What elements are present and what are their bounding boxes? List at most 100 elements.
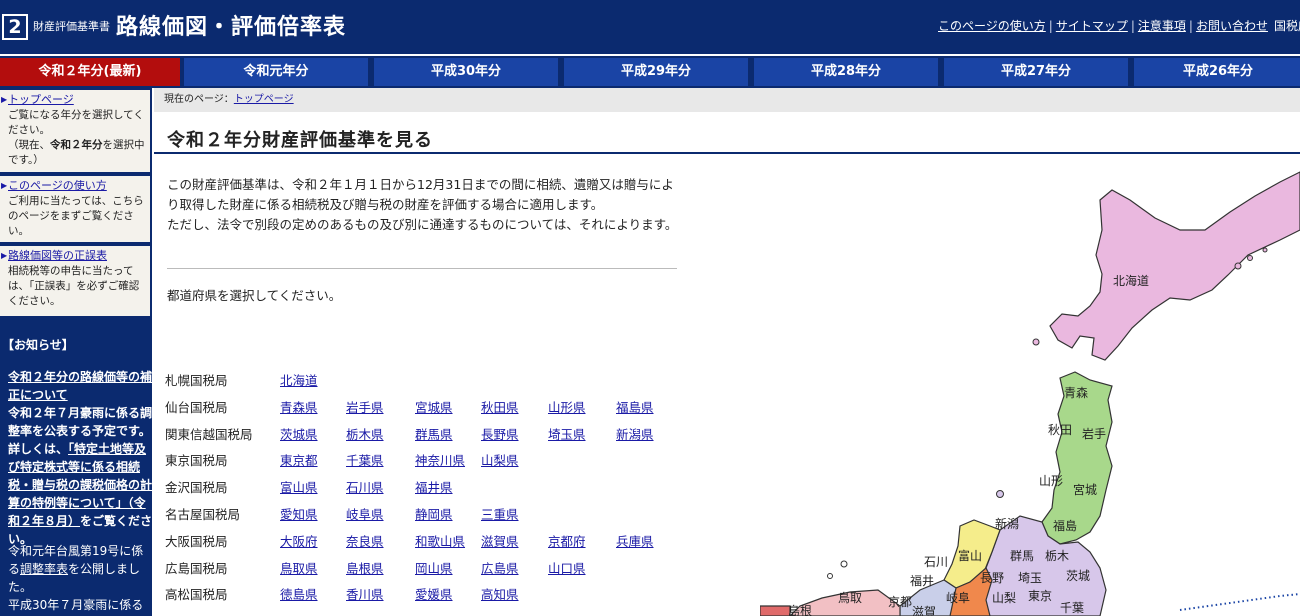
map-label-nagano[interactable]: 長野 — [980, 571, 1004, 585]
prefecture-link[interactable]: 岐阜県 — [346, 504, 384, 523]
prefecture-link[interactable]: 奈良県 — [346, 531, 384, 550]
breadcrumb-link-top[interactable]: トップページ — [234, 94, 294, 105]
news-item-1[interactable]: 令和２年分の路線価等の補正について — [8, 368, 152, 404]
year-tabs: 令和２年分(最新) 令和元年分 平成30年分 平成29年分 平成28年分 平成2… — [0, 54, 1300, 88]
news-item-4: 平成30年７月豪雨に係る — [8, 596, 152, 614]
header-link-howto[interactable]: このページの使い方 — [938, 19, 1046, 33]
news-link-1[interactable]: 令和２年分の路線価等の補正について — [8, 370, 152, 402]
prefecture-link[interactable]: 静岡県 — [415, 504, 453, 523]
map-label-gifu[interactable]: 岐阜 — [946, 591, 970, 605]
prefecture-link[interactable]: 富山県 — [280, 477, 318, 496]
map-region-west[interactable] — [760, 605, 791, 616]
arrow-icon: ▶ — [1, 251, 8, 260]
map-label-tokyo[interactable]: 東京 — [1028, 589, 1052, 603]
map-label-ishikawa[interactable]: 石川 — [924, 555, 948, 569]
map-label-tochigi[interactable]: 栃木 — [1045, 549, 1069, 563]
prefecture-link[interactable]: 神奈川県 — [415, 450, 465, 469]
prefecture-link[interactable]: 秋田県 — [481, 397, 519, 416]
header-link-contact[interactable]: お問い合わせ — [1196, 19, 1268, 33]
prefecture-link[interactable]: 和歌山県 — [415, 531, 465, 550]
map-label-gunma[interactable]: 群馬 — [1010, 549, 1034, 563]
map-label-iwate[interactable]: 岩手 — [1082, 426, 1106, 441]
prefecture-link[interactable]: 宮城県 — [415, 397, 453, 416]
prefecture-link[interactable]: 栃木県 — [346, 424, 384, 443]
prefecture-link[interactable]: 群馬県 — [415, 424, 453, 443]
tab-h29[interactable]: 平成29年分 — [564, 58, 750, 86]
prefecture-link[interactable]: 山口県 — [548, 558, 586, 577]
map-label-shiga[interactable]: 滋賀 — [912, 605, 936, 616]
map-label-aomori[interactable]: 青森 — [1064, 385, 1088, 400]
prefecture-link[interactable]: 青森県 — [280, 397, 318, 416]
breadcrumb-prefix: 現在のページ： — [164, 94, 234, 105]
prefecture-link[interactable]: 鳥取県 — [280, 558, 318, 577]
map-label-fukushima[interactable]: 福島 — [1053, 518, 1077, 533]
prefecture-link[interactable]: 高知県 — [481, 584, 519, 603]
bureau-name: 名古屋国税局 — [165, 506, 241, 522]
tab-r1[interactable]: 令和元年分 — [184, 58, 370, 86]
prefecture-link[interactable]: 石川県 — [346, 477, 384, 496]
map-region-hokkaido[interactable] — [1049, 171, 1300, 361]
prefecture-link[interactable]: 大阪府 — [280, 531, 318, 550]
sidebar-link-errata[interactable]: 路線価図等の正誤表 — [8, 249, 107, 262]
prefecture-link[interactable]: 愛媛県 — [415, 584, 453, 603]
prefecture-link[interactable]: 香川県 — [346, 584, 384, 603]
prefecture-link[interactable]: 新潟県 — [616, 424, 654, 443]
tab-r2[interactable]: 令和２年分(最新) — [0, 58, 182, 86]
tab-h27[interactable]: 平成27年分 — [944, 58, 1130, 86]
map-label-akita[interactable]: 秋田 — [1048, 423, 1072, 437]
prefecture-link[interactable]: 埼玉県 — [548, 424, 586, 443]
map-label-yamanashi[interactable]: 山梨 — [992, 591, 1016, 605]
sidebar-top-text: ご覧になる年分を選択してください。 — [8, 109, 144, 136]
prefecture-link[interactable]: 長野県 — [481, 424, 519, 443]
sidebar-link-howto[interactable]: このページの使い方 — [8, 179, 107, 192]
prefecture-link[interactable]: 徳島県 — [280, 584, 318, 603]
news-link-3[interactable]: 調整率表 — [20, 562, 68, 576]
map-label-chiba[interactable]: 千葉 — [1060, 601, 1084, 615]
japan-map: 北海道 青森 秋田 岩手 山形 宮城 新潟 福島 石川 富山 群馬 栃木 福井 … — [760, 171, 1300, 616]
prefecture-link[interactable]: 山形県 — [548, 397, 586, 416]
prefecture-link[interactable]: 岡山県 — [415, 558, 453, 577]
map-label-shimane[interactable]: 島根 — [788, 603, 812, 616]
map-label-kyoto[interactable]: 京都 — [888, 595, 912, 609]
map-island — [1262, 247, 1268, 253]
prefecture-link[interactable]: 島根県 — [346, 558, 384, 577]
map-label-fukui[interactable]: 福井 — [910, 573, 934, 588]
prefecture-link[interactable]: 福島県 — [616, 397, 654, 416]
map-label-miyagi[interactable]: 宮城 — [1073, 482, 1097, 497]
prefecture-link[interactable]: 北海道 — [280, 370, 318, 389]
map-label-hokkaido[interactable]: 北海道 — [1113, 273, 1149, 288]
map-label-niigata[interactable]: 新潟 — [995, 516, 1019, 531]
prefecture-link[interactable]: 岩手県 — [346, 397, 384, 416]
map-label-yamagata[interactable]: 山形 — [1039, 474, 1063, 488]
prefecture-link[interactable]: 福井県 — [415, 477, 453, 496]
sidebar-box-top: ▶ トップページ ご覧になる年分を選択してください。 （現在、令和２年分を選択中… — [0, 90, 150, 172]
tab-h26[interactable]: 平成26年分 — [1134, 58, 1300, 86]
sidebar-link-top[interactable]: トップページ — [8, 93, 74, 106]
prefecture-link[interactable]: 兵庫県 — [616, 531, 654, 550]
arrow-icon: ▶ — [1, 181, 8, 190]
map-label-saitama[interactable]: 埼玉 — [1018, 571, 1042, 585]
map-label-toyama[interactable]: 富山 — [958, 548, 982, 563]
prefecture-link[interactable]: 山梨県 — [481, 450, 519, 469]
prefecture-link[interactable]: 広島県 — [481, 558, 519, 577]
tab-h30[interactable]: 平成30年分 — [374, 58, 560, 86]
prefecture-link[interactable]: 茨城県 — [280, 424, 318, 443]
prefecture-link[interactable]: 愛知県 — [280, 504, 318, 523]
news-item-2: 令和２年７月豪雨に係る調整率を公表する予定です。詳しくは、「特定土地等及び特定株… — [8, 404, 152, 548]
news-heading: 【お知らせ】 — [2, 338, 74, 352]
prefecture-link[interactable]: 三重県 — [481, 504, 519, 523]
sidebar-howto-text: ご利用に当たっては、こちらのページをまずご覧ください。 — [8, 195, 144, 237]
prefecture-link[interactable]: 千葉県 — [346, 450, 384, 469]
prefecture-link[interactable]: 滋賀県 — [481, 531, 519, 550]
map-label-ibaraki[interactable]: 茨城 — [1066, 569, 1090, 583]
header-link-sitemap[interactable]: サイトマップ — [1056, 19, 1128, 33]
select-prompt: 都道府県を選択してください。 — [167, 288, 342, 303]
header-agency[interactable]: 国税庁 — [1274, 19, 1300, 33]
prefecture-link[interactable]: 京都府 — [548, 531, 586, 550]
prefecture-link[interactable]: 東京都 — [280, 450, 318, 469]
tab-h28[interactable]: 平成28年分 — [754, 58, 940, 86]
map-label-tottori[interactable]: 鳥取 — [838, 590, 862, 605]
intro-paragraph-1: この財産評価基準は、令和２年１月１日から12月31日までの間に相続、遺贈又は贈与… — [167, 177, 674, 212]
header-link-notes[interactable]: 注意事項 — [1138, 19, 1186, 33]
map-island — [840, 560, 848, 568]
